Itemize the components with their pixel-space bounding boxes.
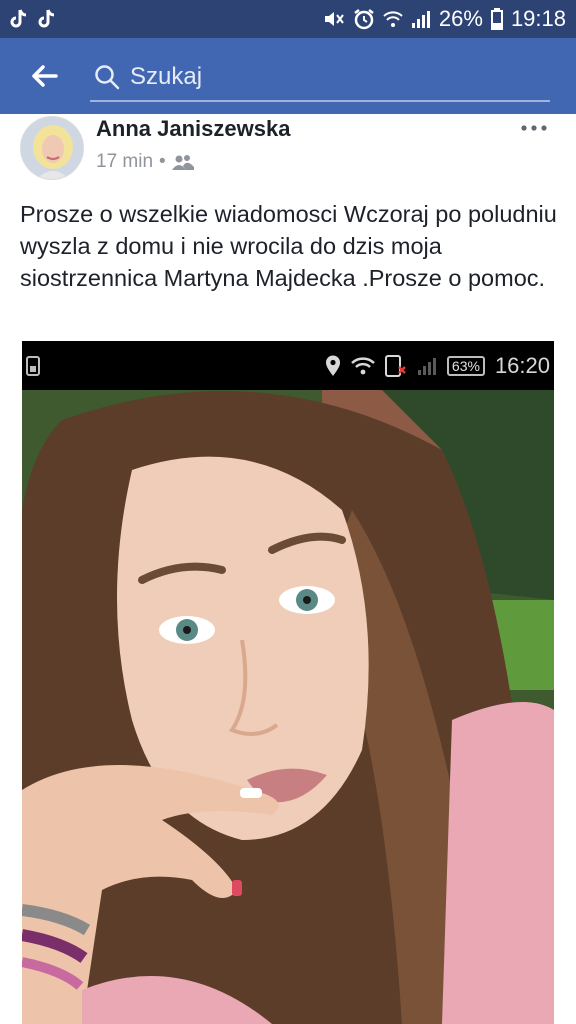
- no-sim-icon: [384, 354, 406, 377]
- friends-icon: [171, 155, 194, 170]
- app-header: [0, 38, 576, 114]
- avatar-photo: [21, 117, 83, 179]
- photo-clock: 16:20: [494, 352, 550, 378]
- post-author[interactable]: Anna Janiszewska: [96, 116, 290, 142]
- photo-status-bar: 63% 16:20: [22, 341, 554, 390]
- location-icon: [325, 355, 340, 376]
- post-more-button[interactable]: [520, 120, 548, 132]
- more-horizontal-icon: [521, 125, 547, 131]
- post-text: Prosze o wszelkie wiadomosci Wczoraj po …: [20, 201, 557, 291]
- arrow-left-icon: [32, 65, 58, 87]
- mute-icon: [324, 12, 344, 26]
- signal-icon: [411, 11, 430, 28]
- search-input[interactable]: [130, 63, 530, 91]
- post-photo[interactable]: 63% 16:20: [22, 341, 554, 1024]
- meta-separator: •: [159, 151, 166, 172]
- battery-percent: 26%: [438, 6, 483, 31]
- portrait-image: [22, 390, 554, 1024]
- post-time[interactable]: 17 min: [96, 151, 153, 173]
- photo-status-right: 63% 16:20: [325, 353, 550, 379]
- sim-icon: [26, 355, 40, 376]
- status-left-icons: [10, 9, 56, 29]
- tiktok-icon: [10, 9, 27, 28]
- alarm-icon: [354, 9, 374, 30]
- wifi-icon: [383, 11, 403, 27]
- avatar[interactable]: [20, 116, 84, 180]
- signal-icon: [417, 357, 436, 375]
- photo-battery: 63%: [446, 355, 485, 376]
- search-icon: [95, 65, 120, 90]
- status-right-icons: 26% 19:18: [323, 6, 566, 32]
- tiktok-icon: [38, 9, 55, 28]
- post-header: Anna Janiszewska 17 min •: [0, 114, 576, 186]
- back-button[interactable]: [22, 58, 66, 94]
- status-bar: 26% 19:18: [0, 0, 576, 38]
- clock: 19:18: [510, 6, 566, 31]
- battery-icon: [490, 8, 503, 30]
- post-meta: 17 min •: [96, 151, 194, 173]
- search-bar[interactable]: [90, 54, 550, 102]
- wifi-icon: [351, 356, 375, 374]
